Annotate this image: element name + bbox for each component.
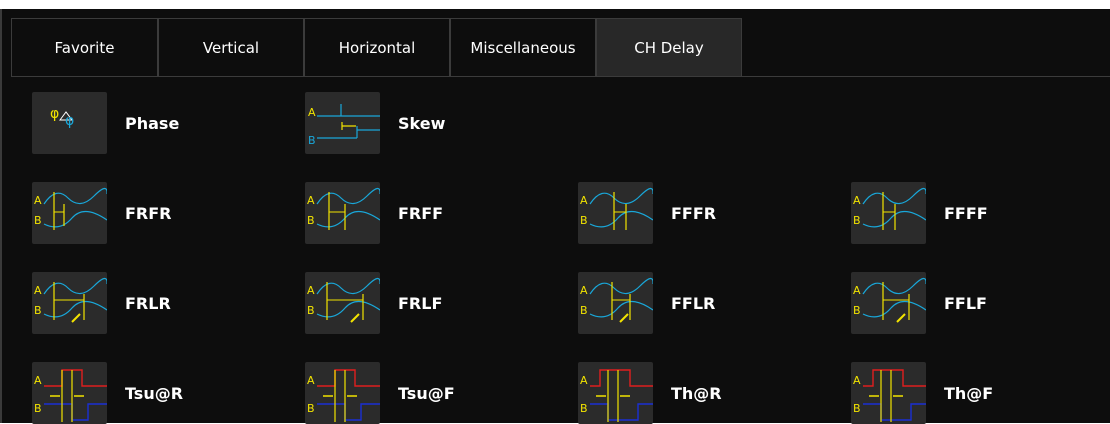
item-label: FFFR [671,203,717,223]
tab-ch-delay[interactable]: CH Delay [596,18,742,76]
measure-item-th-f[interactable]: A B Th@F [851,362,993,424]
tab-miscellaneous[interactable]: Miscellaneous [450,18,596,76]
item-label: FFLF [944,293,987,313]
item-label: FRLF [398,293,443,313]
svg-text:B: B [34,304,42,317]
item-label: Tsu@R [125,383,184,403]
th-falling-icon: A B [851,362,926,424]
svg-text:B: B [307,402,315,415]
frlf-icon: A B [305,272,380,334]
item-label: FFLR [671,293,716,313]
measure-item-phase[interactable]: φ φ Phase [32,92,179,154]
measure-item-tsu-f[interactable]: A B Tsu@F [305,362,455,424]
svg-text:B: B [580,304,588,317]
item-label: Skew [398,113,446,133]
svg-text:B: B [580,402,588,415]
svg-text:A: A [307,284,315,297]
svg-text:A: A [853,374,861,387]
svg-text:B: B [307,304,315,317]
svg-text:φ: φ [65,113,74,129]
tab-bar: Favorite Vertical Horizontal Miscellaneo… [11,18,1110,77]
tab-label: CH Delay [634,38,704,57]
tab-favorite[interactable]: Favorite [11,18,158,76]
svg-text:A: A [307,374,315,387]
ffff-icon: A B [851,182,926,244]
tab-vertical[interactable]: Vertical [158,18,304,76]
svg-text:A: A [853,284,861,297]
svg-text:A: A [580,284,588,297]
svg-text:A: A [34,194,42,207]
measure-item-frlf[interactable]: A B FRLF [305,272,442,334]
measure-item-frlr[interactable]: A B FRLR [32,272,171,334]
svg-text:B: B [34,402,42,415]
svg-text:A: A [580,194,588,207]
svg-text:A: A [580,374,588,387]
item-label: FRFR [125,203,172,223]
svg-text:B: B [853,214,861,227]
svg-text:A: A [853,194,861,207]
measure-item-th-r[interactable]: A B Th@R [578,362,722,424]
item-label: Tsu@F [398,383,455,403]
fflf-icon: A B [851,272,926,334]
frff-icon: A B [305,182,380,244]
measure-item-ffff[interactable]: A B FFFF [851,182,988,244]
tab-horizontal[interactable]: Horizontal [304,18,450,76]
svg-text:B: B [308,134,316,147]
measure-item-tsu-r[interactable]: A B Tsu@R [32,362,183,424]
tab-label: Favorite [54,38,115,57]
item-label: FRFF [398,203,444,223]
item-label: FRLR [125,293,171,313]
svg-text:B: B [34,214,42,227]
skew-icon: A B [305,92,380,154]
tab-label: Vertical [202,38,260,57]
fffr-icon: A B [578,182,653,244]
svg-text:B: B [307,214,315,227]
item-label: Th@R [671,383,722,403]
measure-item-skew[interactable]: A B Skew [305,92,445,154]
svg-text:A: A [307,194,315,207]
tab-label: Horizontal [338,38,416,57]
tsu-rising-icon: A B [32,362,107,424]
item-label: Th@F [944,383,994,403]
measure-item-frff[interactable]: A B FRFF [305,182,443,244]
measure-panel: Favorite Vertical Horizontal Miscellaneo… [0,9,1110,424]
tab-label: Miscellaneous [470,38,576,57]
measure-item-fflf[interactable]: A B FFLF [851,272,987,334]
frfr-icon: A B [32,182,107,244]
th-rising-icon: A B [578,362,653,424]
svg-text:A: A [308,106,316,119]
frlr-icon: A B [32,272,107,334]
svg-text:B: B [580,214,588,227]
item-label: FFFF [944,203,988,223]
item-label: Phase [125,113,180,133]
measure-item-fffr[interactable]: A B FFFR [578,182,716,244]
svg-text:φ: φ [50,106,59,122]
svg-text:B: B [853,304,861,317]
phase-icon: φ φ [32,92,107,154]
svg-text:A: A [34,374,42,387]
measure-item-frfr[interactable]: A B FRFR [32,182,172,244]
svg-text:B: B [853,402,861,415]
fflr-icon: A B [578,272,653,334]
measure-item-fflr[interactable]: A B FFLR [578,272,715,334]
svg-text:A: A [34,284,42,297]
tsu-falling-icon: A B [305,362,380,424]
